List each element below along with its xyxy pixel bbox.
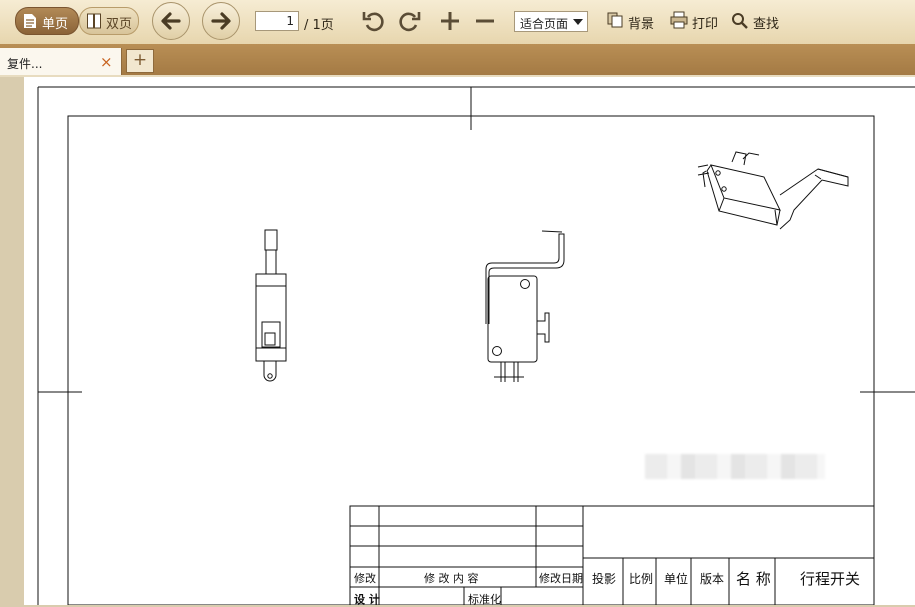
switch-isometric-view xyxy=(697,151,849,230)
double-page-icon xyxy=(87,13,101,29)
zoom-out-icon[interactable] xyxy=(472,8,498,34)
cell-version: 版本 xyxy=(700,572,725,586)
tab-bar: 复件... × + xyxy=(0,44,915,77)
cell-name: 名 称 xyxy=(736,570,771,588)
cell-modify: 修改 xyxy=(354,572,376,585)
toolbar: 单页 双页 1 / 1页 适合页面 背景 打印 查找 xyxy=(0,0,915,45)
print-button[interactable]: 打印 xyxy=(670,8,720,32)
page-number-input[interactable]: 1 xyxy=(255,11,299,31)
chevron-down-icon xyxy=(573,19,583,25)
cell-modify-date: 修改日期 xyxy=(539,572,583,585)
zoom-value: 适合页面 xyxy=(520,17,569,31)
left-margin xyxy=(0,77,24,605)
switch-front-view xyxy=(485,230,565,382)
single-page-label: 单页 xyxy=(42,17,69,32)
rotate-left-icon[interactable] xyxy=(361,8,387,34)
find-button[interactable]: 查找 xyxy=(731,8,781,32)
tab-document[interactable]: 复件... × xyxy=(0,48,122,75)
outer-frame xyxy=(37,86,915,605)
page-total-label: / 1页 xyxy=(304,18,334,33)
rotate-right-icon[interactable] xyxy=(396,8,422,34)
cell-projection: 投影 xyxy=(592,572,617,586)
single-page-icon xyxy=(24,14,36,28)
close-icon[interactable]: × xyxy=(100,53,113,71)
cell-modify-content: 修 改 内 容 xyxy=(424,572,479,585)
cell-scale: 比例 xyxy=(629,572,654,586)
previous-page-button[interactable] xyxy=(152,2,190,40)
arrow-right-icon xyxy=(211,12,231,30)
background-button[interactable]: 背景 xyxy=(606,8,658,32)
print-label: 打印 xyxy=(692,17,719,32)
document-page: 修改 修 改 内 容 修改日期 投影 比例 单位 版本 名 称 行程开关 设 计… xyxy=(24,77,915,606)
single-page-button[interactable]: 单页 xyxy=(15,7,79,35)
switch-side-view xyxy=(255,229,287,382)
search-icon xyxy=(732,13,748,29)
inner-frame xyxy=(67,115,875,605)
redacted-watermark xyxy=(645,454,825,479)
zoom-in-icon[interactable] xyxy=(437,8,463,34)
next-page-button[interactable] xyxy=(202,2,240,40)
background-label: 背景 xyxy=(628,17,655,32)
find-label: 查找 xyxy=(753,17,780,32)
double-page-button[interactable]: 双页 xyxy=(79,7,139,35)
double-page-label: 双页 xyxy=(106,17,133,32)
background-icon xyxy=(607,12,623,28)
arrow-left-icon xyxy=(161,12,181,30)
printer-icon xyxy=(670,11,688,29)
center-marks xyxy=(38,87,915,393)
cell-unit: 单位 xyxy=(664,572,689,586)
tab-label: 复件... xyxy=(7,57,43,71)
zoom-select[interactable]: 适合页面 xyxy=(514,11,588,32)
add-tab-button[interactable]: + xyxy=(126,49,154,73)
title-block xyxy=(349,505,875,605)
cell-title: 行程开关 xyxy=(800,570,861,588)
engineering-drawing xyxy=(37,86,915,605)
